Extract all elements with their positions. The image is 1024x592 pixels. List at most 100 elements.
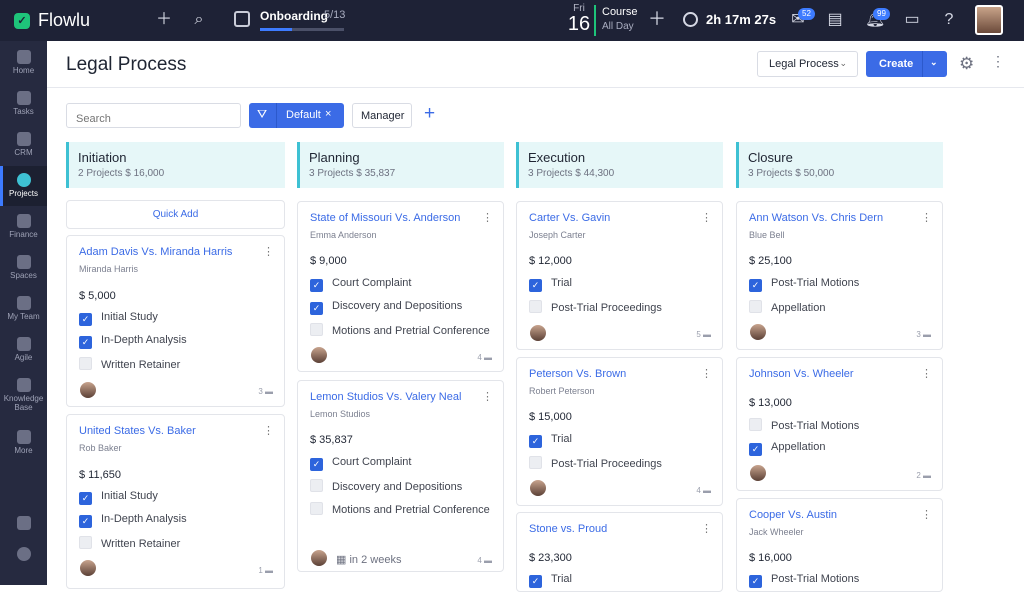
comments-count[interactable]: 3 ▬ (916, 330, 931, 339)
card-title[interactable]: United States Vs. Baker (79, 425, 196, 437)
comments-count[interactable]: 4 ▬ (696, 486, 711, 495)
comments-count[interactable]: 4 ▬ (477, 556, 492, 565)
project-card[interactable]: Lemon Studios Vs. Valery Neal ⋮ Lemon St… (297, 380, 504, 572)
checklist-item[interactable]: ✓ Trial (529, 433, 572, 448)
card-menu-icon[interactable]: ⋮ (701, 367, 712, 380)
checkbox[interactable]: ✓ (79, 492, 92, 505)
card-menu-icon[interactable]: ⋮ (263, 245, 274, 258)
checklist-item[interactable]: Post-Trial Proceedings (529, 456, 662, 470)
time-tracker[interactable]: 2h 17m 27s (683, 12, 776, 27)
project-card[interactable]: Stone vs. Proud ⋮ $ 23,300 ✓ Trial (516, 512, 723, 592)
card-title[interactable]: Adam Davis Vs. Miranda Harris (79, 246, 232, 258)
filter-chip[interactable]: ⛛ Default × (249, 103, 344, 128)
card-menu-icon[interactable]: ⋮ (701, 211, 712, 224)
project-card[interactable]: Johnson Vs. Wheeler ⋮ $ 13,000 Post-Tria… (736, 357, 943, 491)
pipeline-selector[interactable]: Legal Process ⌄ (757, 51, 858, 77)
checklist-item[interactable]: ✓ Court Complaint (310, 456, 411, 471)
card-menu-icon[interactable]: ⋮ (921, 508, 932, 521)
card-menu-icon[interactable]: ⋮ (921, 211, 932, 224)
checkbox[interactable] (529, 456, 542, 469)
checkbox[interactable] (529, 300, 542, 313)
card-title[interactable]: Peterson Vs. Brown (529, 368, 626, 380)
project-card[interactable]: State of Missouri Vs. Anderson ⋮ Emma An… (297, 201, 504, 372)
project-card[interactable]: Peterson Vs. Brown ⋮ Robert Peterson $ 1… (516, 357, 723, 506)
checkbox[interactable]: ✓ (529, 279, 542, 292)
comments-count[interactable]: 1 ▬ (258, 566, 273, 575)
card-title[interactable]: Ann Watson Vs. Chris Dern (749, 212, 883, 224)
checklist-item[interactable]: ✓ Court Complaint (310, 277, 411, 292)
checklist-item[interactable]: Appellation (749, 300, 825, 314)
close-icon[interactable]: × (325, 108, 331, 120)
checkbox[interactable]: ✓ (79, 515, 92, 528)
avatar[interactable] (311, 550, 327, 566)
checklist-item[interactable]: ✓ In-Depth Analysis (79, 334, 187, 349)
checkbox[interactable] (749, 300, 762, 313)
chat-icon[interactable]: ▭ (903, 11, 921, 29)
checklist-item[interactable]: Motions and Pretrial Conference (310, 502, 490, 516)
calendar-event[interactable]: Course All Day (602, 6, 637, 32)
app-logo[interactable]: ✓ Flowlu (14, 10, 90, 31)
comments-count[interactable]: 2 ▬ (916, 471, 931, 480)
manager-filter-button[interactable]: Manager (352, 103, 412, 128)
add-event-icon[interactable]: ＋ (648, 10, 666, 28)
sidebar-item-tasks[interactable]: Tasks (0, 91, 47, 123)
user-avatar[interactable] (975, 5, 1003, 35)
checkbox[interactable]: ✓ (79, 313, 92, 326)
avatar[interactable] (80, 382, 96, 398)
checkbox[interactable]: ✓ (529, 575, 542, 588)
sidebar-item-my-team[interactable]: My Team (0, 296, 47, 328)
checkbox[interactable] (79, 357, 92, 370)
card-menu-icon[interactable]: ⋮ (482, 390, 493, 403)
sidebar-item-crm[interactable]: CRM (0, 132, 47, 164)
avatar[interactable] (530, 480, 546, 496)
add-filter-icon[interactable]: + (424, 103, 435, 125)
checkbox[interactable]: ✓ (310, 458, 323, 471)
checkbox[interactable]: ✓ (310, 302, 323, 315)
checklist-item[interactable]: ✓ Initial Study (79, 311, 158, 326)
checklist-item[interactable]: ✓ Discovery and Depositions (310, 300, 462, 315)
checkbox[interactable] (749, 418, 762, 431)
search-input[interactable] (66, 103, 241, 128)
comments-count[interactable]: 3 ▬ (258, 387, 273, 396)
checklist-item[interactable]: Post-Trial Motions (749, 418, 859, 432)
checklist-item[interactable]: ✓ In-Depth Analysis (79, 513, 187, 528)
gear-icon[interactable]: ⚙ (959, 54, 974, 74)
checklist-item[interactable]: ✓ Post-Trial Motions (749, 573, 859, 588)
sidebar-item-projects[interactable]: Projects (0, 166, 47, 206)
due-date[interactable]: ▦ in 2 weeks (336, 553, 401, 566)
help-icon[interactable]: ? (940, 11, 958, 29)
project-card[interactable]: Cooper Vs. Austin ⋮ Jack Wheeler $ 16,00… (736, 498, 943, 592)
checkbox[interactable]: ✓ (749, 279, 762, 292)
sidebar-item-finance[interactable]: Finance (0, 214, 47, 246)
sidebar-item-apps[interactable] (0, 516, 47, 534)
search-icon[interactable]: ⌕ (190, 11, 208, 29)
project-card[interactable]: Adam Davis Vs. Miranda Harris ⋮ Miranda … (66, 235, 285, 407)
checkbox[interactable]: ✓ (529, 435, 542, 448)
checklist-item[interactable]: ✓ Initial Study (79, 490, 158, 505)
quick-add-button[interactable]: Quick Add (66, 200, 285, 229)
checklist-item[interactable]: ✓ Post-Trial Motions (749, 277, 859, 292)
card-menu-icon[interactable]: ⋮ (701, 522, 712, 535)
calendar-date[interactable]: Fri 16 (564, 3, 594, 34)
comments-count[interactable]: 4 ▬ (477, 353, 492, 362)
card-menu-icon[interactable]: ⋮ (921, 367, 932, 380)
checkbox[interactable] (310, 502, 323, 515)
sidebar-item-settings[interactable] (0, 547, 47, 565)
checklist-item[interactable]: Post-Trial Proceedings (529, 300, 662, 314)
create-dropdown-icon[interactable]: ⌄ (930, 57, 938, 68)
notes-icon[interactable]: ▤ (826, 11, 844, 29)
checkbox[interactable]: ✓ (749, 575, 762, 588)
checklist-item[interactable]: Written Retainer (79, 357, 180, 371)
checkbox[interactable] (310, 323, 323, 336)
avatar[interactable] (80, 560, 96, 576)
card-menu-icon[interactable]: ⋮ (263, 424, 274, 437)
add-icon[interactable]: ＋ (155, 11, 173, 29)
sidebar-item-spaces[interactable]: Spaces (0, 255, 47, 287)
card-title[interactable]: Lemon Studios Vs. Valery Neal (310, 391, 461, 403)
card-title[interactable]: Johnson Vs. Wheeler (749, 368, 854, 380)
checkbox[interactable]: ✓ (749, 443, 762, 456)
avatar[interactable] (311, 347, 327, 363)
card-title[interactable]: Cooper Vs. Austin (749, 509, 837, 521)
project-card[interactable]: Ann Watson Vs. Chris Dern ⋮ Blue Bell $ … (736, 201, 943, 350)
more-options-icon[interactable]: ⋮ (991, 53, 1005, 70)
